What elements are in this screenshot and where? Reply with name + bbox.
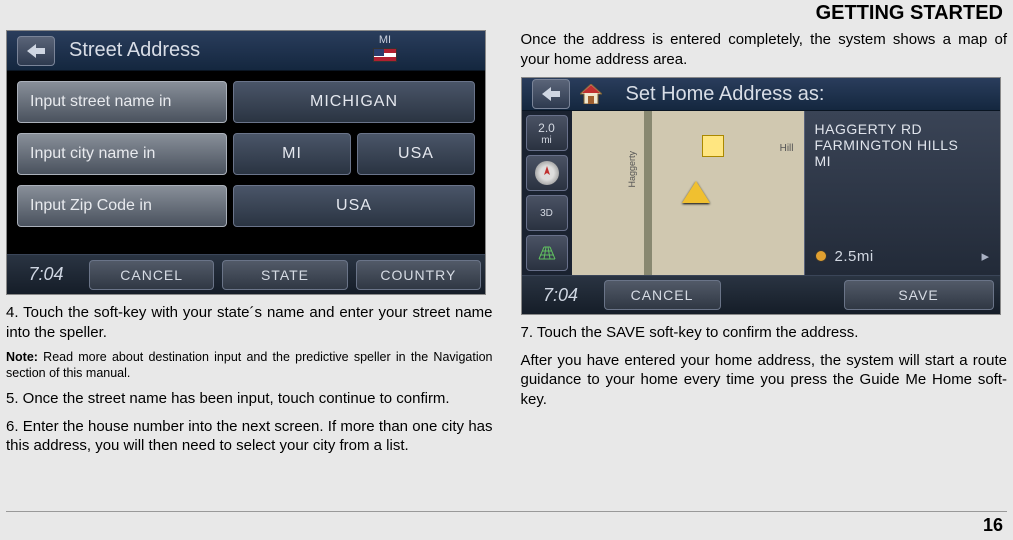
compass-control[interactable] <box>526 155 568 191</box>
back-button[interactable] <box>17 36 55 66</box>
road-v-label: Haggerty <box>627 151 637 188</box>
distance-dot-icon <box>815 250 827 262</box>
right-intro-text: Once the address is entered completely, … <box>521 30 1008 69</box>
note-body: Read more about destination input and th… <box>6 350 493 380</box>
state-abbrev: MI <box>379 34 391 46</box>
content-columns: Street Address MI Input street name in M… <box>0 24 1013 456</box>
city-value-state[interactable]: MI <box>233 133 351 175</box>
scale-control[interactable]: 2.0 mi <box>526 115 568 151</box>
street-value[interactable]: MICHIGAN <box>233 81 475 123</box>
note-label: Note: <box>6 350 38 364</box>
zip-value[interactable]: USA <box>233 185 475 227</box>
set-home-screen: Set Home Address as: 2.0 mi 3D <box>521 77 1001 315</box>
us-flag-icon <box>373 48 397 62</box>
page-title: GETTING STARTED <box>816 2 1003 25</box>
after-text: After you have entered your home address… <box>521 351 1008 410</box>
save-softkey[interactable]: SAVE <box>844 280 994 310</box>
screen2-title: Set Home Address as: <box>626 83 990 106</box>
city-row: Input city name in MI USA <box>17 133 475 175</box>
state-softkey[interactable]: STATE <box>222 260 347 290</box>
zip-row: Input Zip Code in USA <box>17 185 475 227</box>
map-area[interactable]: Haggerty Hill <box>572 111 804 275</box>
compass-icon <box>535 161 559 185</box>
screen1-title: Street Address <box>69 39 475 62</box>
vehicle-arrow-icon <box>682 181 710 203</box>
screen1-bottom-bar: 7:04 CANCEL STATE COUNTRY <box>7 254 485 294</box>
scale-value: 2.0 <box>538 121 555 135</box>
zip-input[interactable]: Input Zip Code in <box>17 185 227 227</box>
screen1-body: Input street name in MICHIGAN Input city… <box>7 71 485 254</box>
screen2-bottom-bar: 7:04 CANCEL SAVE <box>522 275 1000 314</box>
left-column: Street Address MI Input street name in M… <box>6 30 493 456</box>
addr-line3: MI <box>815 153 990 169</box>
addr-line2: FARMINGTON HILLS <box>815 137 990 153</box>
page-number: 16 <box>983 515 1003 536</box>
street-address-screen: Street Address MI Input street name in M… <box>6 30 486 295</box>
chevron-right-icon: ▸ <box>981 247 989 265</box>
footer-divider <box>6 511 1007 512</box>
back-arrow-icon <box>542 87 560 101</box>
cancel-softkey-2[interactable]: CANCEL <box>604 280 721 310</box>
scale-unit: mi <box>541 135 552 146</box>
street-row: Input street name in MICHIGAN <box>17 81 475 123</box>
poi-icon <box>702 135 724 157</box>
screen1-titlebar: Street Address MI <box>7 31 485 71</box>
city-value-country[interactable]: USA <box>357 133 475 175</box>
step5-text: 5. Once the street name has been input, … <box>6 389 493 409</box>
back-arrow-icon <box>27 44 45 58</box>
cancel-softkey[interactable]: CANCEL <box>89 260 214 290</box>
grid-icon <box>537 245 557 261</box>
distance-row: 2.5mi ▸ <box>815 247 990 265</box>
back-button-2[interactable] <box>532 79 570 109</box>
right-column: Once the address is entered completely, … <box>521 30 1008 456</box>
address-panel: HAGGERTY RD FARMINGTON HILLS MI 2.5mi ▸ <box>804 111 1000 275</box>
street-input[interactable]: Input street name in <box>17 81 227 123</box>
screen2-body: 2.0 mi 3D <box>522 111 1000 275</box>
clock: 7:04 <box>7 264 85 285</box>
step6-text: 6. Enter the house number into the next … <box>6 417 493 456</box>
step4-text: 4. Touch the soft-key with your state´s … <box>6 303 493 342</box>
map-side-controls: 2.0 mi 3D <box>522 111 572 275</box>
view-3d-control[interactable]: 3D <box>526 195 568 231</box>
country-softkey[interactable]: COUNTRY <box>356 260 481 290</box>
home-icon <box>580 84 602 104</box>
grid-control[interactable] <box>526 235 568 271</box>
road-vertical <box>644 111 652 275</box>
three-d-label: 3D <box>540 208 553 219</box>
note-text: Note: Read more about destination input … <box>6 350 493 381</box>
state-badge: MI <box>365 34 405 62</box>
clock-2: 7:04 <box>522 285 600 306</box>
city-input[interactable]: Input city name in <box>17 133 227 175</box>
distance-value: 2.5mi <box>835 248 874 265</box>
step7-text: 7. Touch the SAVE soft-key to confirm th… <box>521 323 1008 343</box>
screen2-titlebar: Set Home Address as: <box>522 78 1000 111</box>
road-h-label: Hill <box>780 143 794 154</box>
addr-line1: HAGGERTY RD <box>815 121 990 137</box>
